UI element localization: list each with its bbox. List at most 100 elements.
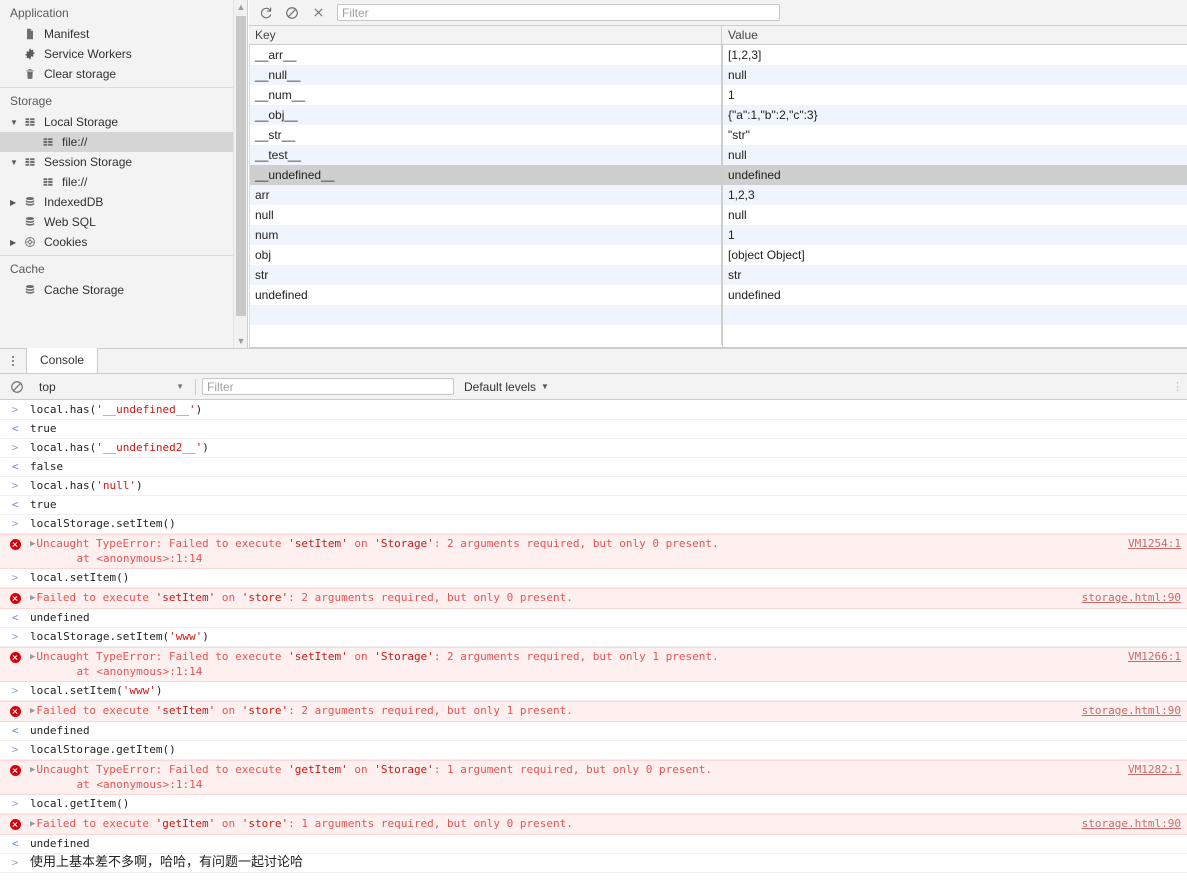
table-row[interactable]: __undefined__ undefined xyxy=(249,165,1187,185)
more-vertical-icon[interactable] xyxy=(0,348,26,373)
cell-key[interactable]: __test__ xyxy=(249,145,722,165)
no-entry-icon[interactable] xyxy=(4,376,30,398)
source-link[interactable]: VM1282:1 xyxy=(1128,763,1181,777)
table-row[interactable] xyxy=(249,325,1187,345)
console-filter-input[interactable] xyxy=(202,378,454,395)
cell-key[interactable]: null xyxy=(249,205,722,225)
close-icon[interactable] xyxy=(305,2,331,24)
cell-key[interactable]: str xyxy=(249,265,722,285)
console-message-error[interactable]: ▶Uncaught TypeError: Failed to execute '… xyxy=(0,647,1187,682)
console-message-input[interactable]: > local.setItem('www') xyxy=(0,682,1187,701)
source-link[interactable]: storage.html:90 xyxy=(1082,591,1181,605)
storage-filter-input[interactable] xyxy=(337,4,780,21)
console-message-list[interactable]: > local.has('__undefined__') < true > local.h… xyxy=(0,401,1187,881)
cell-value[interactable]: [object Object] xyxy=(722,245,1187,265)
table-row[interactable]: __test__ null xyxy=(249,145,1187,165)
source-link[interactable]: VM1266:1 xyxy=(1128,650,1181,664)
cell-value[interactable]: 1 xyxy=(722,225,1187,245)
table-row[interactable]: null null xyxy=(249,205,1187,225)
refresh-icon[interactable] xyxy=(253,2,279,24)
sidebar-item-manifest[interactable]: ▶ Manifest xyxy=(0,24,234,44)
log-levels-select[interactable]: Default levels ▼ xyxy=(464,380,549,394)
sidebar-item-clear-storage[interactable]: ▶ Clear storage xyxy=(0,64,234,84)
console-message-output[interactable]: < undefined xyxy=(0,722,1187,741)
source-link[interactable]: storage.html:90 xyxy=(1082,704,1181,718)
expand-triangle-icon[interactable]: ▶ xyxy=(30,817,35,831)
table-row[interactable]: __obj__ {"a":1,"b":2,"c":3} xyxy=(249,105,1187,125)
sidebar-item-web-sql[interactable]: ▶ Web SQL xyxy=(0,212,234,232)
cell-value[interactable]: undefined xyxy=(722,285,1187,305)
cell-value[interactable]: null xyxy=(722,145,1187,165)
chevron-down-icon[interactable]: ▼ xyxy=(10,118,21,127)
cell-value[interactable]: [1,2,3] xyxy=(722,45,1187,65)
table-row[interactable]: obj [object Object] xyxy=(249,245,1187,265)
console-message-output[interactable]: < true xyxy=(0,496,1187,515)
console-message-input[interactable]: > local.getItem() xyxy=(0,795,1187,814)
expand-triangle-icon[interactable]: ▶ xyxy=(30,591,35,605)
cell-key[interactable]: arr xyxy=(249,185,722,205)
chevron-right-icon[interactable]: ▶ xyxy=(10,198,21,207)
console-message-error[interactable]: ▶Failed to execute 'setItem' on 'store':… xyxy=(0,701,1187,722)
sidebar-item-service-workers[interactable]: ▶ Service Workers xyxy=(0,44,234,64)
cell-key[interactable]: __undefined__ xyxy=(249,165,722,185)
chevron-right-icon[interactable]: ▶ xyxy=(10,238,21,247)
table-row[interactable] xyxy=(249,305,1187,325)
cell-key[interactable]: obj xyxy=(249,245,722,265)
expand-triangle-icon[interactable]: ▶ xyxy=(30,763,35,777)
console-message-input[interactable]: > localStorage.getItem() xyxy=(0,741,1187,760)
cell-value[interactable]: 1,2,3 xyxy=(722,185,1187,205)
cell-value[interactable]: 1 xyxy=(722,85,1187,105)
sidebar-item-file[interactable]: ▶ file:// xyxy=(0,132,234,152)
cell-value[interactable] xyxy=(722,325,1187,345)
expand-triangle-icon[interactable]: ▶ xyxy=(30,537,35,551)
no-entry-icon[interactable] xyxy=(279,2,305,24)
cell-value[interactable]: undefined xyxy=(722,165,1187,185)
cell-value[interactable]: null xyxy=(722,205,1187,225)
cell-key[interactable] xyxy=(249,305,722,325)
console-message-output[interactable]: < undefined xyxy=(0,609,1187,628)
console-message-input[interactable]: > local.has('__undefined__') xyxy=(0,401,1187,420)
console-message-input[interactable]: > local.setItem() xyxy=(0,569,1187,588)
sidebar-item-file[interactable]: ▶ file:// xyxy=(0,172,234,192)
sidebar-item-session-storage[interactable]: ▼ Session Storage xyxy=(0,152,234,172)
cell-value[interactable]: str xyxy=(722,265,1187,285)
table-row[interactable]: __num__ 1 xyxy=(249,85,1187,105)
console-settings-icon[interactable]: ⋮ xyxy=(1172,380,1187,393)
console-message-error[interactable]: ▶Uncaught TypeError: Failed to execute '… xyxy=(0,760,1187,795)
expand-triangle-icon[interactable]: ▶ xyxy=(30,704,35,718)
console-message-error[interactable]: ▶Uncaught TypeError: Failed to execute '… xyxy=(0,534,1187,569)
expand-triangle-icon[interactable]: ▶ xyxy=(30,650,35,664)
table-row[interactable]: __str__ "str" xyxy=(249,125,1187,145)
table-row[interactable]: __arr__ [1,2,3] xyxy=(249,45,1187,65)
datagrid-column-divider[interactable] xyxy=(722,45,723,347)
console-message-error[interactable]: ▶Failed to execute 'setItem' on 'store':… xyxy=(0,588,1187,609)
console-message-input[interactable]: > local.has('__undefined2__') xyxy=(0,439,1187,458)
table-row[interactable]: __null__ null xyxy=(249,65,1187,85)
table-row[interactable]: arr 1,2,3 xyxy=(249,185,1187,205)
cell-value[interactable]: null xyxy=(722,65,1187,85)
cell-value[interactable]: "str" xyxy=(722,125,1187,145)
sidebar-scroll-thumb[interactable] xyxy=(236,16,246,316)
console-message-input[interactable]: > localStorage.setItem('www') xyxy=(0,628,1187,647)
table-row[interactable]: num 1 xyxy=(249,225,1187,245)
sidebar-item-cookies[interactable]: ▶ Cookies xyxy=(0,232,234,252)
sidebar-item-indexeddb[interactable]: ▶ IndexedDB xyxy=(0,192,234,212)
console-message-output[interactable]: < undefined xyxy=(0,835,1187,854)
scroll-down-arrow[interactable]: ▼ xyxy=(234,334,247,348)
cell-key[interactable]: __num__ xyxy=(249,85,722,105)
table-row[interactable]: str str xyxy=(249,265,1187,285)
cell-key[interactable]: num xyxy=(249,225,722,245)
cell-key[interactable]: __obj__ xyxy=(249,105,722,125)
sidebar-scrollbar[interactable]: ▲ ▼ xyxy=(233,0,247,348)
cell-value[interactable]: {"a":1,"b":2,"c":3} xyxy=(722,105,1187,125)
sidebar-item-local-storage[interactable]: ▼ Local Storage xyxy=(0,112,234,132)
cell-key[interactable]: __str__ xyxy=(249,125,722,145)
table-row[interactable]: undefined undefined xyxy=(249,285,1187,305)
cell-key[interactable]: __null__ xyxy=(249,65,722,85)
cell-key[interactable]: __arr__ xyxy=(249,45,722,65)
column-header-value[interactable]: Value xyxy=(722,26,1187,44)
chevron-down-icon[interactable]: ▼ xyxy=(10,158,21,167)
scroll-up-arrow[interactable]: ▲ xyxy=(234,0,247,14)
console-message-input[interactable]: > localStorage.setItem() xyxy=(0,515,1187,534)
cell-key[interactable]: undefined xyxy=(249,285,722,305)
